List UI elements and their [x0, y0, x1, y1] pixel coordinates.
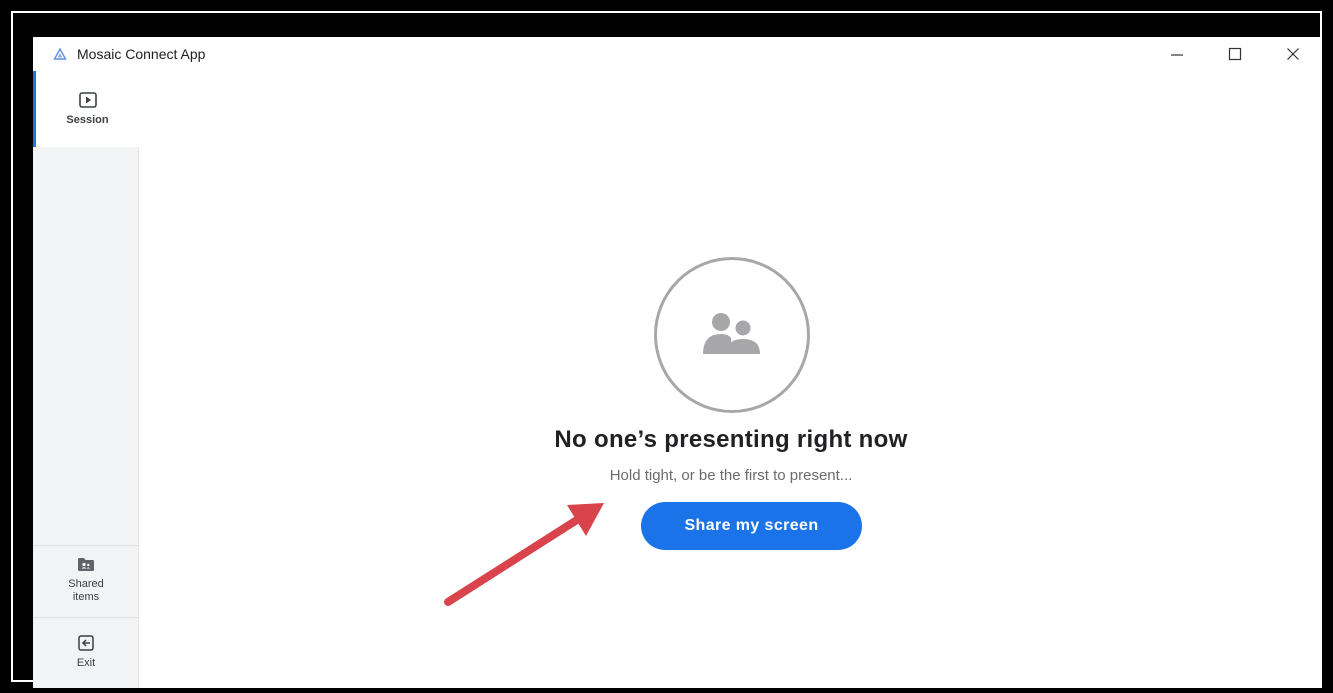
- maximize-button[interactable]: [1206, 37, 1264, 71]
- shared-folder-icon: [78, 558, 94, 571]
- sidebar-item-exit[interactable]: Exit: [33, 617, 139, 687]
- share-my-screen-button[interactable]: Share my screen: [641, 502, 862, 550]
- sidebar-item-label: Shared items: [68, 578, 104, 603]
- screenshot-frame: Mosaic Connect App Session Shared items …: [6, 6, 1327, 688]
- app-window: Mosaic Connect App Session Shared items …: [33, 37, 1322, 688]
- minimize-button[interactable]: [1148, 37, 1206, 71]
- minimize-icon: [1171, 54, 1183, 56]
- maximize-icon: [1228, 47, 1242, 61]
- sidebar-item-label: Exit: [76, 657, 96, 669]
- close-button[interactable]: [1264, 37, 1322, 71]
- sidebar: Session Shared items Exit: [33, 71, 139, 688]
- exit-icon: [78, 635, 94, 651]
- window-controls: [1148, 37, 1322, 71]
- empty-state-title: No one’s presenting right now: [554, 426, 908, 453]
- session-main-panel: No one’s presenting right now Hold tight…: [140, 71, 1322, 688]
- window-title: Mosaic Connect App: [77, 46, 206, 62]
- empty-state-subtitle: Hold tight, or be the first to present..…: [609, 467, 853, 484]
- sidebar-item-label: Session: [66, 113, 109, 126]
- title-bar: Mosaic Connect App: [33, 37, 1322, 71]
- close-icon: [1287, 48, 1299, 60]
- mosaic-logo-icon: [53, 47, 67, 61]
- people-icon: [654, 257, 810, 413]
- sidebar-item-session[interactable]: Session: [33, 71, 139, 147]
- screenshot-frame-inner: Mosaic Connect App Session Shared items …: [11, 11, 1322, 688]
- play-icon: [78, 91, 97, 108]
- sidebar-item-shared-items[interactable]: Shared items: [33, 545, 139, 615]
